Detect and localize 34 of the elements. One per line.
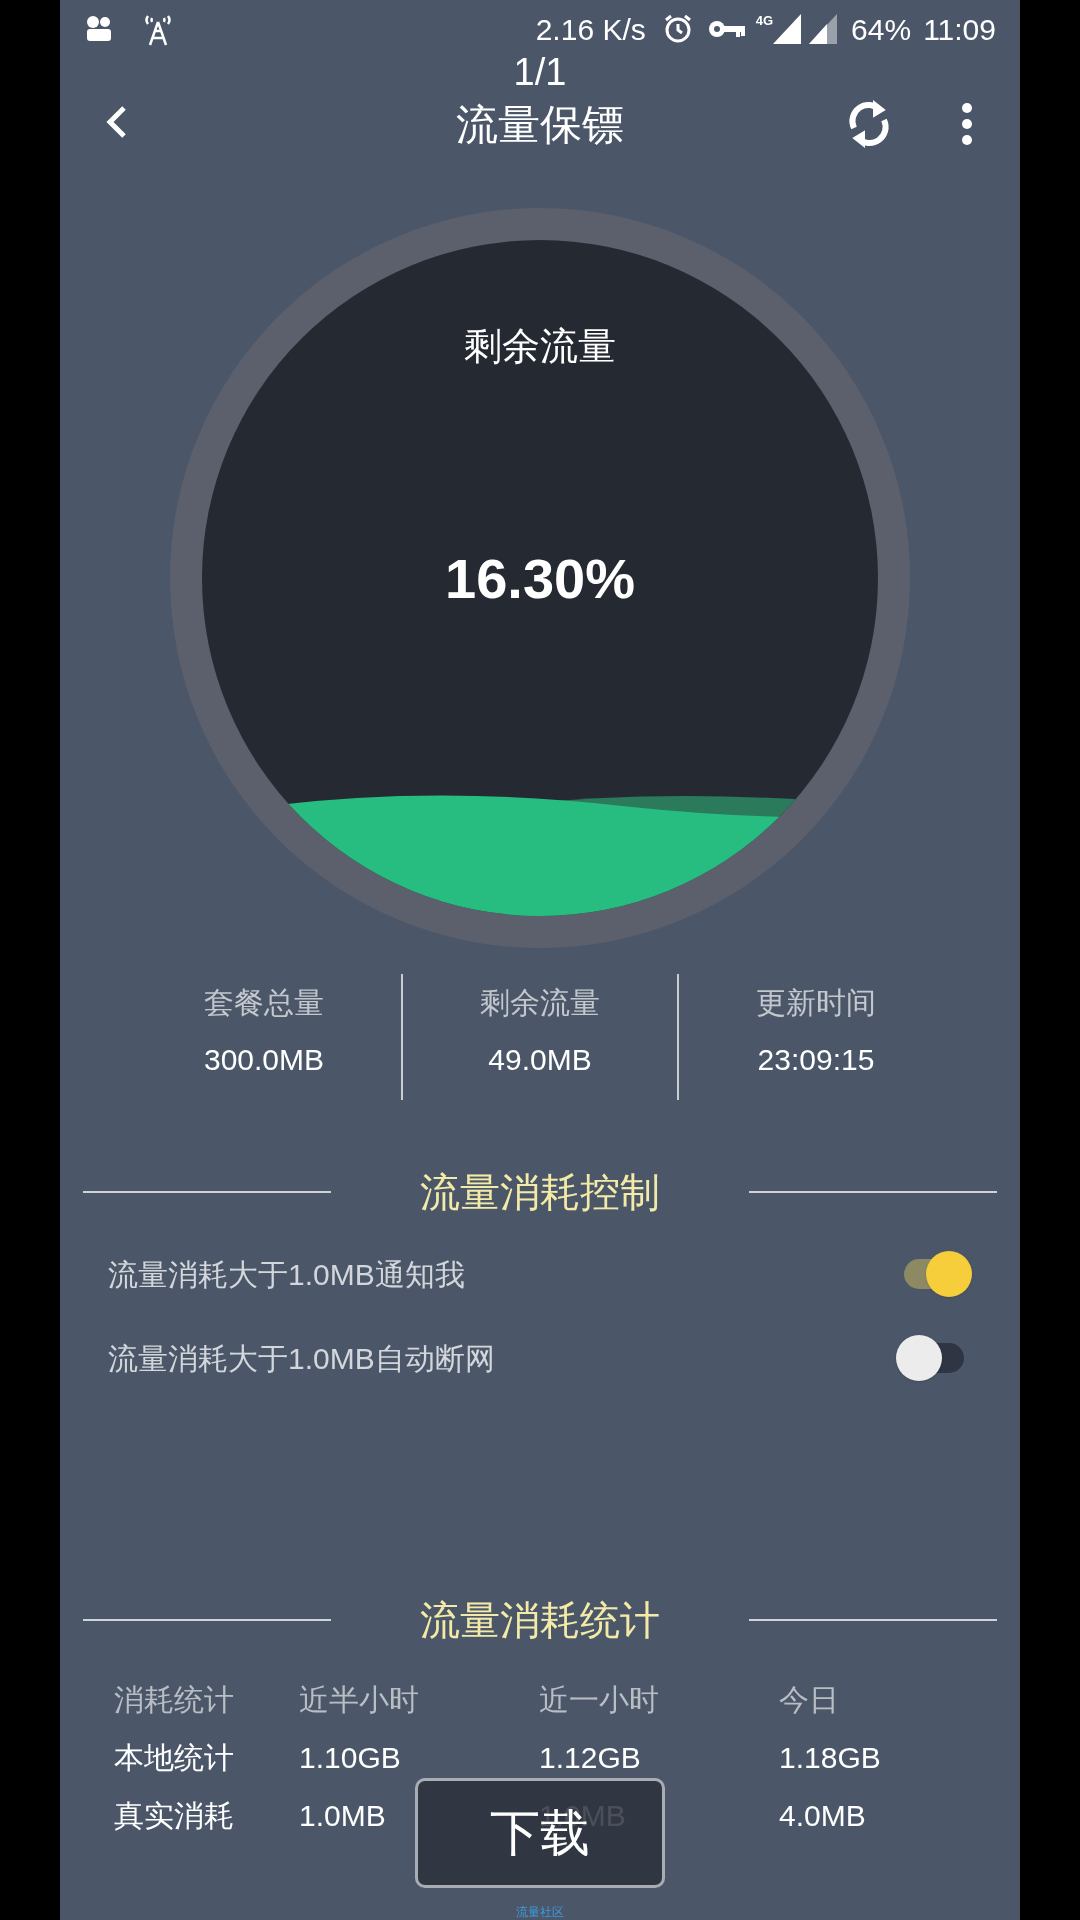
clock: 11:09 [923,11,996,48]
network-type: 4G [755,14,774,27]
table-cell: 1.0MB [299,1798,386,1832]
table-cell: 真实消耗 [114,1798,234,1832]
network-speed: 2.16 K/s [535,11,646,48]
table-cell: 1.18GB [779,1740,881,1774]
refresh-button[interactable] [846,98,892,150]
setting-label: 流量消耗大于1.0MB自动断网 [108,1340,495,1377]
table-cell: 1.10GB [299,1740,401,1774]
summary-label: 更新时间 [756,985,876,1021]
page-indicator: 1/1 [513,53,567,91]
signal-icon [809,14,838,44]
column-header: 近一小时 [539,1682,659,1716]
more-options-button[interactable] [960,102,974,146]
key-icon [707,19,746,39]
battery-level: 64% [851,11,912,48]
table-cell: 本地统计 [114,1740,234,1774]
section-title: 流量消耗统计 [420,1597,660,1644]
column-header: 消耗统计 [114,1682,234,1716]
summary-value: 49.0MB [488,1042,592,1078]
page-title: 流量保镖 [456,99,624,150]
setting-label: 流量消耗大于1.0MB通知我 [108,1256,465,1293]
summary-value: 23:09:15 [757,1042,875,1078]
summary-label: 剩余流量 [480,985,600,1021]
column-header: 今日 [779,1682,839,1716]
table-cell: 1.12GB [539,1740,641,1774]
section-title: 流量消耗控制 [420,1169,660,1216]
gauge-percentage: 16.30% [445,546,635,612]
summary-value: 300.0MB [203,1042,325,1078]
signal-icon [773,14,802,44]
summary-label: 套餐总量 [204,985,324,1021]
table-cell: 4.0MB [779,1798,866,1832]
column-header: 近半小时 [299,1682,419,1716]
gauge-label: 剩余流量 [464,324,616,369]
